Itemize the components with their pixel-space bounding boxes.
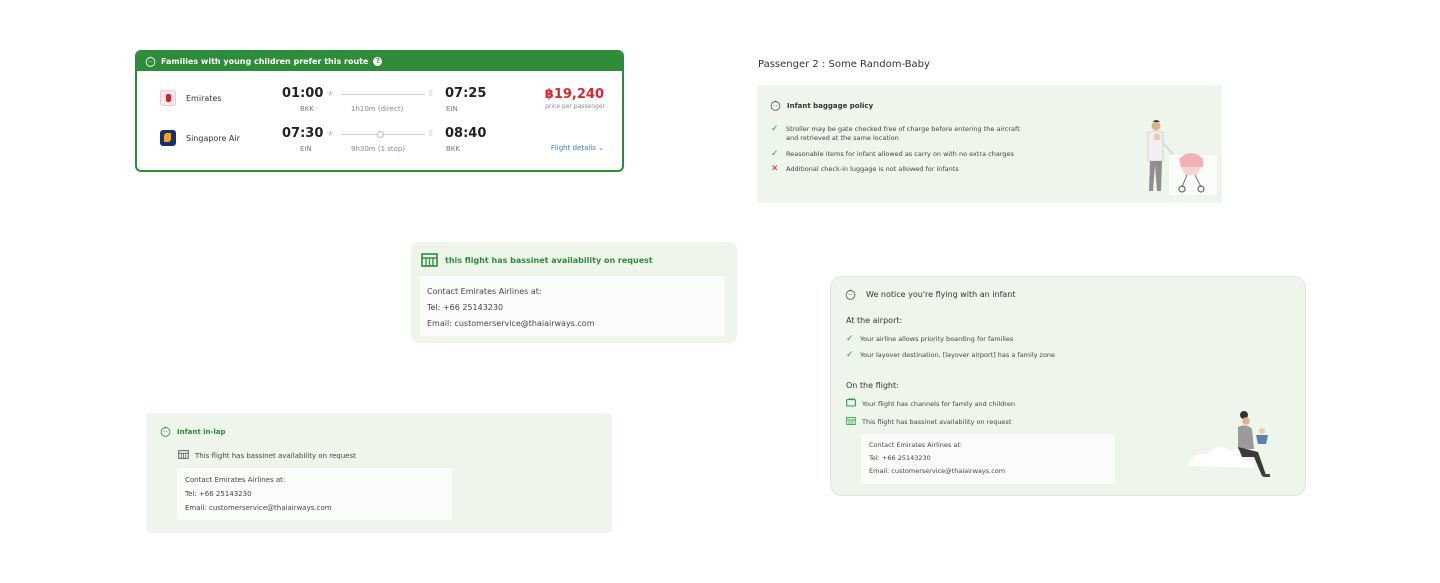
policy-item: ✓ Stroller may be gate checked free of c…	[771, 125, 1101, 143]
baby-face-icon	[145, 56, 156, 67]
baggage-policy-heading: Infant baggage policy	[770, 100, 873, 111]
contact-title: Contact Emirates Airlines at:	[869, 441, 963, 449]
check-icon: ✓	[771, 124, 779, 134]
flight-item-text: Your flight has channels for family and …	[862, 399, 1015, 408]
policy-line: and retrieved at the same location	[786, 133, 899, 142]
infant-in-lap-title: Infant in-lap	[177, 427, 226, 436]
cross-icon: ✕	[771, 164, 779, 175]
baby-face-icon	[770, 100, 781, 111]
baby-face-icon	[160, 426, 171, 437]
airport-item: ✓ Your airline allows priority boarding …	[846, 334, 1014, 344]
contact-email[interactable]: Email: customerservice@thaiairways.com	[427, 316, 718, 332]
infant-notice-heading: We notice you're flying with an infant	[845, 289, 1016, 300]
policy-item: ✓ Reasonable items for infant allowed as…	[771, 148, 1101, 159]
passenger-title: Passenger 2 : Some Random-Baby	[758, 59, 930, 70]
bassinet-icon	[421, 253, 438, 267]
flight-duration: 9h30m (1 stop)	[351, 145, 406, 153]
bassinet-note-text: This flight has bassinet availability on…	[195, 451, 356, 460]
policy-line: Stroller may be gate checked free of cha…	[786, 125, 1020, 133]
infant-notice-panel: We notice you're flying with an infant A…	[830, 276, 1306, 496]
infant-in-lap-heading: Infant in-lap	[160, 426, 226, 437]
bassinet-card: this flight has bassinet availability on…	[411, 242, 737, 343]
flight-item: Your flight has channels for family and …	[846, 397, 1015, 409]
contact-email[interactable]: Email: customerservice@thaiairways.com	[869, 465, 1107, 478]
emirates-logo-icon	[160, 90, 176, 106]
location-pin-icon: ◊	[429, 129, 433, 137]
flight-details-link[interactable]: Flight details ⌄	[551, 144, 604, 152]
bassinet-icon	[178, 450, 189, 461]
parent-holding-infant-illustration	[1188, 411, 1270, 477]
bassinet-icon	[846, 417, 856, 427]
airport-item: ✓ Your layover destination, [layover air…	[846, 350, 1056, 360]
route-banner: Families with young children prefer this…	[137, 52, 622, 71]
singapore-air-logo-icon	[160, 130, 176, 146]
baby-face-icon	[845, 289, 856, 300]
departure-airport: EIN	[300, 145, 312, 153]
arrival-airport: EIN	[446, 105, 458, 113]
bassinet-heading-text: this flight has bassinet availability on…	[445, 255, 653, 265]
infant-notice-title: We notice you're flying with an infant	[866, 290, 1016, 299]
contact-title: Contact Emirates Airlines at:	[185, 476, 286, 484]
baggage-policy-list: ✓ Stroller may be gate checked free of c…	[771, 125, 1101, 181]
tv-icon	[846, 397, 856, 409]
contact-box: Contact Emirates Airlines at: Tel: +66 2…	[861, 434, 1115, 484]
contact-email[interactable]: Email: customerservice@thaiairways.com	[185, 501, 444, 515]
airport-item-text: Your airline allows priority boarding fo…	[860, 335, 1014, 343]
policy-text: Stroller may be gate checked free of cha…	[786, 125, 1020, 143]
plane-icon: ✈	[327, 89, 334, 98]
contact-box: Contact Emirates Airlines at: Tel: +66 2…	[177, 468, 452, 520]
airline-name: Singapore Air	[186, 134, 240, 143]
policy-text: Reasonable items for infant allowed as c…	[786, 149, 1014, 158]
location-pin-icon: ◊	[429, 89, 433, 97]
arrival-time: 07:25	[445, 86, 487, 101]
stopover-icon	[377, 131, 384, 138]
contact-box: Contact Emirates Airlines at: Tel: +66 2…	[420, 276, 725, 336]
infant-in-lap-panel: Infant in-lap This flight has bassinet a…	[146, 413, 612, 533]
flight-leg-1: Emirates 01:00 BKK ✈ ◊ 1h10m (direct) 07…	[137, 86, 622, 116]
bassinet-note: This flight has bassinet availability on…	[178, 450, 356, 461]
bassinet-heading: this flight has bassinet availability on…	[421, 253, 653, 267]
flight-leg-2: Singapore Air 07:30 EIN ✈ ◊ 9h30m (1 sto…	[137, 126, 622, 156]
airline-name: Emirates	[186, 94, 222, 103]
parent-with-stroller-illustration	[1147, 120, 1217, 195]
flight-item-text: This flight has bassinet availability on…	[862, 418, 1012, 426]
contact-tel[interactable]: Tel: +66 25143230	[869, 452, 1107, 465]
policy-item: ✕ Additional check-in luggage is not all…	[771, 165, 1101, 174]
check-icon: ✓	[846, 350, 854, 360]
contact-tel[interactable]: Tel: +66 25143230	[185, 487, 444, 501]
check-icon: ✓	[846, 334, 854, 344]
check-icon: ✓	[771, 148, 779, 159]
departure-time: 01:00	[282, 86, 324, 101]
baggage-policy-title: Infant baggage policy	[787, 101, 874, 110]
price: ฿19,240	[544, 87, 604, 102]
question-circle-icon[interactable]: ?	[373, 57, 383, 66]
route-banner-text: Families with young children prefer this…	[161, 57, 369, 66]
flight-section-title: On the flight:	[846, 381, 899, 390]
flight-item: This flight has bassinet availability on…	[846, 417, 1011, 427]
departure-time: 07:30	[282, 126, 324, 141]
arrival-time: 08:40	[445, 126, 487, 141]
contact-tel[interactable]: Tel: +66 25143230	[427, 300, 718, 316]
baggage-policy-panel: Infant baggage policy ✓ Stroller may be …	[757, 85, 1222, 203]
airport-item-text: Your layover destination, [layover airpo…	[860, 351, 1056, 359]
route-card: Families with young children prefer this…	[135, 50, 624, 172]
contact-title: Contact Emirates Airlines at:	[427, 287, 542, 296]
route-line	[341, 94, 425, 95]
price-note: price per passenger	[545, 103, 605, 110]
departure-airport: BKK	[300, 105, 314, 113]
plane-icon: ✈	[327, 129, 334, 138]
arrival-airport: BKK	[446, 145, 460, 153]
policy-text: Additional check-in luggage is not allow…	[786, 165, 959, 174]
airport-section-title: At the airport:	[846, 316, 903, 325]
flight-duration: 1h10m (direct)	[351, 105, 404, 113]
